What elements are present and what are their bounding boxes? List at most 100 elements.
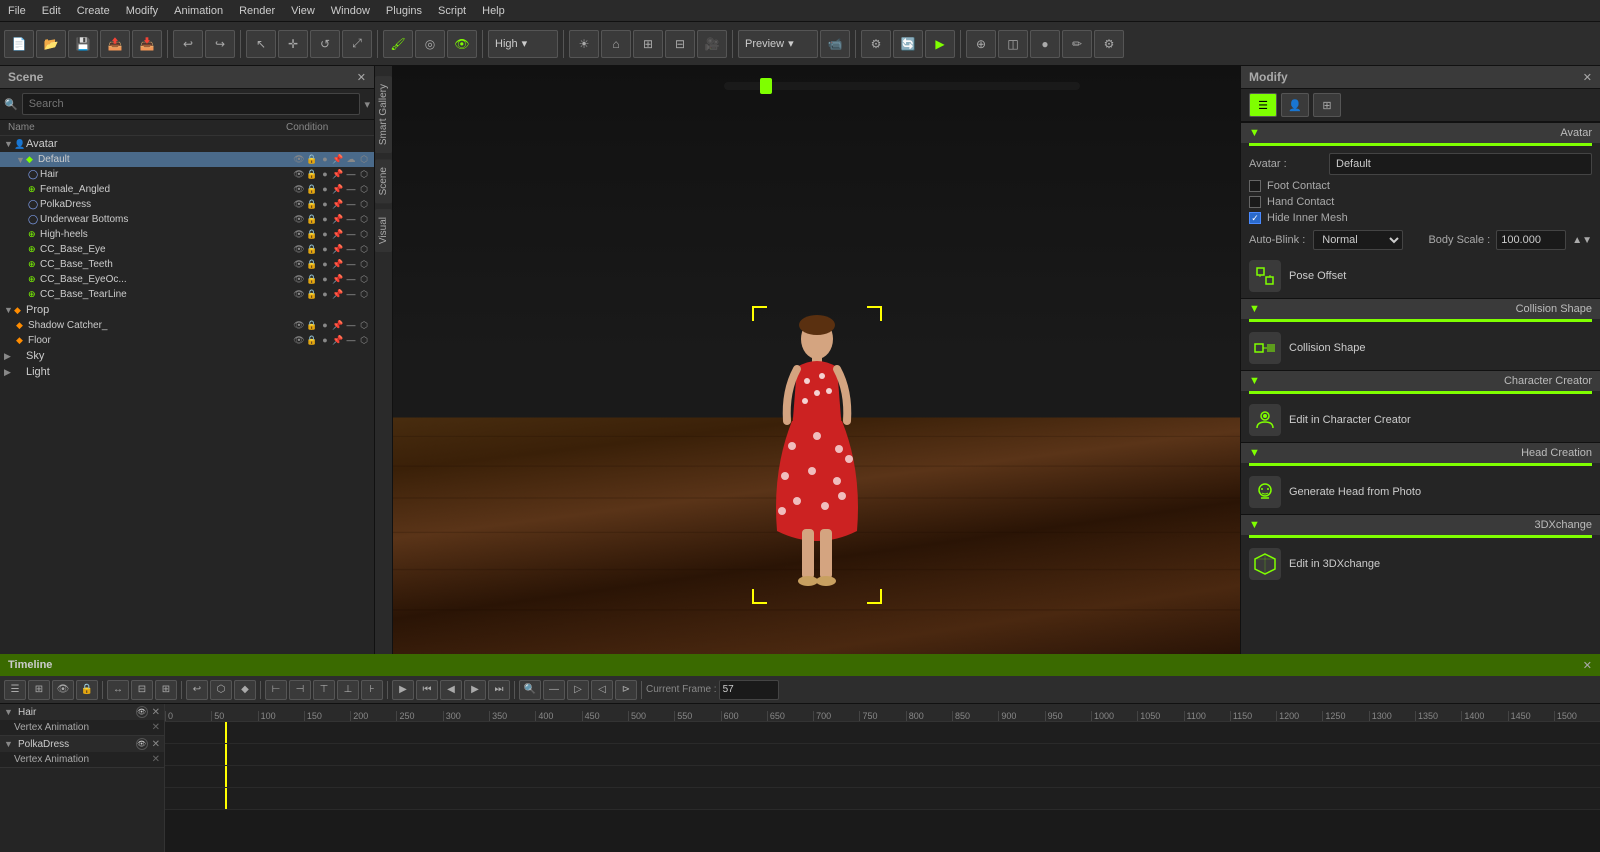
visual-tab[interactable]: Visual	[375, 209, 392, 252]
shadow-catcher-node[interactable]: ◆ Shadow Catcher_ 👁🔒●📌—⬡	[0, 318, 374, 333]
track-polkadress-header[interactable]: ▼ PolkaDress 👁 ✕	[0, 736, 164, 752]
menu-render[interactable]: Render	[231, 3, 283, 19]
female-angled-node[interactable]: ⊕ Female_Angled 👁🔒●📌—⬡	[0, 182, 374, 197]
hand-contact-checkbox[interactable]	[1249, 196, 1261, 208]
highheels-node[interactable]: ⊕ High-heels 👁🔒●📌—⬡	[0, 227, 374, 242]
avatar-group-header[interactable]: ▼ 👤 Avatar	[0, 136, 374, 152]
menu-help[interactable]: Help	[474, 3, 513, 19]
edit-in-cc-btn[interactable]: Edit in Character Creator	[1241, 398, 1600, 442]
current-frame-input[interactable]	[719, 680, 779, 700]
tl-end-btn[interactable]: ⊳	[615, 680, 637, 700]
timeline-playhead[interactable]	[760, 78, 772, 94]
physics-on-btn[interactable]: ▶	[925, 30, 955, 58]
menu-window[interactable]: Window	[323, 3, 378, 19]
export-btn[interactable]: 📤	[100, 30, 130, 58]
select-btn[interactable]: ↖	[246, 30, 276, 58]
collision-shape-btn[interactable]: Collision Shape	[1241, 326, 1600, 370]
edit-in-3dx-btn[interactable]: Edit in 3DXchange	[1241, 542, 1600, 586]
hide-inner-mesh-checkbox[interactable]	[1249, 212, 1261, 224]
modify-tab-person[interactable]: 👤	[1281, 93, 1309, 117]
head-creation-section-header[interactable]: ▼ Head Creation	[1241, 442, 1600, 463]
tl-p1-btn[interactable]: ⊢	[265, 680, 287, 700]
edit-btn[interactable]: ✏	[1062, 30, 1092, 58]
preview-dropdown[interactable]: Preview ▾	[738, 30, 818, 58]
tl-play2-btn[interactable]: ▶	[392, 680, 414, 700]
move-btn[interactable]: ✛	[278, 30, 308, 58]
character-creator-section-header[interactable]: ▼ Character Creator	[1241, 370, 1600, 391]
tl-prevf-btn[interactable]: ◀	[440, 680, 462, 700]
tl-p5-btn[interactable]: ⊦	[361, 680, 383, 700]
timeline-slider[interactable]	[724, 82, 1080, 90]
track-hair-eye[interactable]: 👁	[136, 706, 148, 718]
soft-select-btn[interactable]: ◎	[415, 30, 445, 58]
sky-group-header[interactable]: ▶ Sky	[0, 348, 374, 364]
smart-gallery-tab[interactable]: Smart Gallery	[375, 76, 392, 153]
tl-eye-btn[interactable]: 👁	[52, 680, 74, 700]
menu-script[interactable]: Script	[430, 3, 474, 19]
track-polkadress-sub-close[interactable]: ✕	[152, 754, 160, 765]
autoblink-select[interactable]: Normal Fast Slow Off	[1313, 230, 1403, 250]
snap-btn[interactable]: ⊕	[966, 30, 996, 58]
track-polkadress-close[interactable]: ✕	[152, 739, 160, 750]
search-input[interactable]	[22, 93, 361, 115]
timeline-ruler[interactable]: 0 50 100 150 200 250 300 350 400 450 500…	[165, 704, 1600, 852]
fit-btn[interactable]: ⊞	[633, 30, 663, 58]
timeline-close-icon[interactable]: ✕	[1583, 659, 1592, 672]
underwear-node[interactable]: ◯ Underwear Bottoms 👁🔒●📌—⬡	[0, 212, 374, 227]
polkadress-node[interactable]: ◯ PolkaDress 👁🔒●📌—⬡	[0, 197, 374, 212]
eye-btn[interactable]: 👁	[447, 30, 477, 58]
layer-btn[interactable]: ◫	[998, 30, 1028, 58]
redo-btn[interactable]: ↪	[205, 30, 235, 58]
body-scale-arrows[interactable]: ▲▼	[1572, 235, 1592, 246]
sun-btn[interactable]: ☀	[569, 30, 599, 58]
collision-section-header[interactable]: ▼ Collision Shape	[1241, 298, 1600, 319]
hair-node[interactable]: ◯ Hair 👁🔒●📌—⬡	[0, 167, 374, 182]
cloth-btn[interactable]: 🔄	[893, 30, 923, 58]
scale-btn[interactable]: ⤢	[342, 30, 372, 58]
tl-zoom2-btn[interactable]: —	[543, 680, 565, 700]
default-node[interactable]: ▼ ◆ Default 👁 🔒 ● 📌 ☁ ⬡	[0, 152, 374, 167]
physics-btn[interactable]: ⚙	[861, 30, 891, 58]
tl-undo-btn[interactable]: ↩	[186, 680, 208, 700]
tl-p4-btn[interactable]: ⊥	[337, 680, 359, 700]
tl-nextf-btn[interactable]: ▶	[464, 680, 486, 700]
floor-node[interactable]: ◆ Floor 👁🔒●📌—⬡	[0, 333, 374, 348]
body-scale-input[interactable]	[1496, 230, 1566, 250]
foot-contact-checkbox[interactable]	[1249, 180, 1261, 192]
menu-view[interactable]: View	[283, 3, 323, 19]
menu-file[interactable]: File	[0, 3, 34, 19]
track-polkadress-eye[interactable]: 👁	[136, 738, 148, 750]
undo-btn[interactable]: ↩	[173, 30, 203, 58]
menu-animation[interactable]: Animation	[166, 3, 231, 19]
avatar-section-header[interactable]: ▼ Avatar	[1241, 122, 1600, 143]
tl-zoom-btn[interactable]: 🔍	[519, 680, 541, 700]
tl-merge-btn[interactable]: ⊞	[155, 680, 177, 700]
grid-btn[interactable]: ⊟	[665, 30, 695, 58]
pose-offset-btn[interactable]: Pose Offset	[1241, 254, 1600, 298]
tl-p3-btn[interactable]: ⊤	[313, 680, 335, 700]
tl-split-btn[interactable]: ⊟	[131, 680, 153, 700]
tl-next-btn[interactable]: ⏭	[488, 680, 510, 700]
light-group-header[interactable]: ▶ Light	[0, 364, 374, 380]
threedxchange-section-header[interactable]: ▼ 3DXchange	[1241, 514, 1600, 535]
avatar-name-input[interactable]	[1329, 153, 1592, 175]
prop-group-header[interactable]: ▼ ◆ Prop	[0, 302, 374, 318]
camera-btn[interactable]: 🎥	[697, 30, 727, 58]
import-btn[interactable]: 📥	[132, 30, 162, 58]
tl-prev-btn[interactable]: ⏮	[416, 680, 438, 700]
open-file-btn[interactable]: 📂	[36, 30, 66, 58]
cc-tearline-node[interactable]: ⊕ CC_Base_TearLine 👁🔒●📌—⬡	[0, 287, 374, 302]
cc-eyeoc-node[interactable]: ⊕ CC_Base_EyeOc... 👁🔒●📌—⬡	[0, 272, 374, 287]
tl-key-btn[interactable]: ◆	[234, 680, 256, 700]
menu-plugins[interactable]: Plugins	[378, 3, 430, 19]
tl-mute-btn[interactable]: ◁	[591, 680, 613, 700]
viewport[interactable]: Realtime ▶ ⏮ ◀ ▶ ⏭ ↺ ⬡ | ▲ ⚙ 📋	[393, 66, 1240, 654]
new-file-btn[interactable]: 📄	[4, 30, 34, 58]
menu-modify[interactable]: Modify	[118, 3, 166, 19]
cc-teeth-node[interactable]: ⊕ CC_Base_Teeth 👁🔒●📌—⬡	[0, 257, 374, 272]
tl-lock-btn[interactable]: 🔒	[76, 680, 98, 700]
tl-add-btn[interactable]: ⊞	[28, 680, 50, 700]
scene-tab[interactable]: Scene	[375, 159, 392, 203]
search-options-icon[interactable]: ▾	[364, 98, 370, 111]
generate-head-btn[interactable]: Generate Head from Photo	[1241, 470, 1600, 514]
